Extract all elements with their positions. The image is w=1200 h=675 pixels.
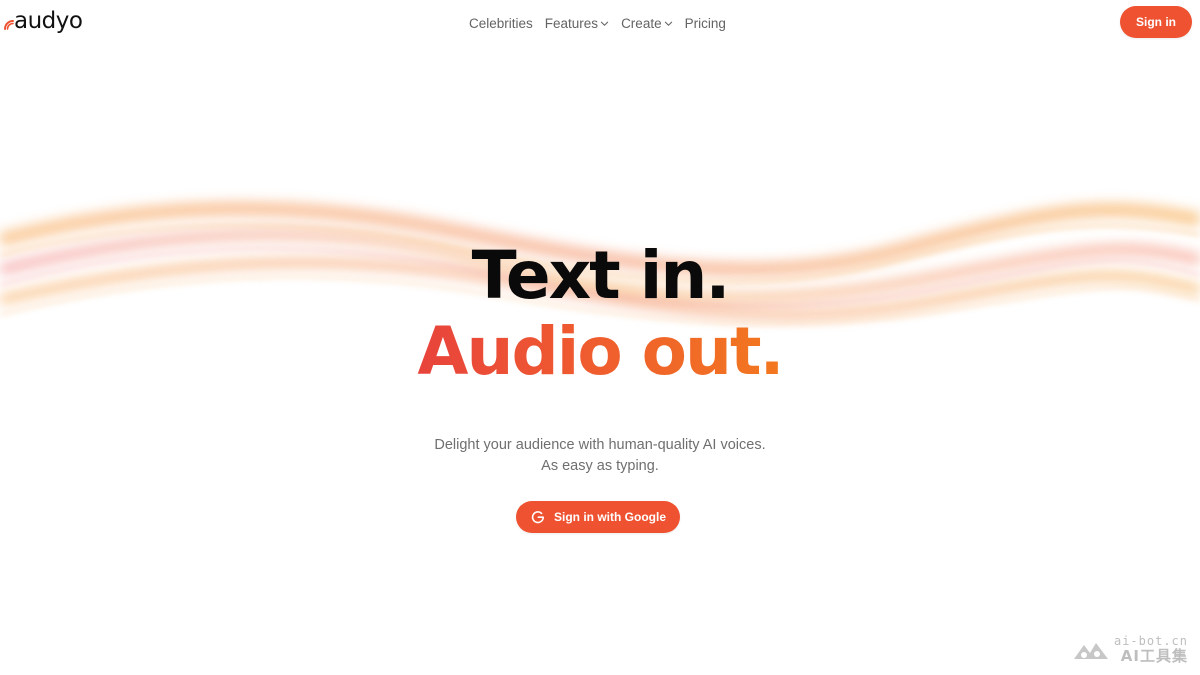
sign-in-with-google-button[interactable]: Sign in with Google: [516, 501, 680, 533]
google-button-label: Sign in with Google: [554, 510, 666, 524]
brand-name: audyo: [14, 8, 83, 34]
hero-gradient-text: Audio out.: [417, 313, 784, 390]
google-icon: [531, 511, 544, 524]
nav-item-label: Create: [621, 15, 662, 31]
top-header: audyo Celebrities Features Create Pricin…: [0, 0, 1200, 46]
brand-logo[interactable]: audyo: [4, 6, 83, 36]
watermark-text: ai-bot.cn AI工具集: [1114, 635, 1188, 665]
nav-item-celebrities[interactable]: Celebrities: [469, 14, 533, 32]
hero-subtitle: Delight your audience with human-quality…: [0, 435, 1200, 477]
subtitle-line-2: As easy as typing.: [541, 458, 659, 474]
hero-title-line-1: Text in.: [471, 237, 731, 314]
nav-item-create[interactable]: Create: [621, 14, 673, 32]
subtitle-line-1: Delight your audience with human-quality…: [434, 437, 766, 453]
nav-item-features[interactable]: Features: [545, 14, 609, 32]
nav-item-label: Pricing: [684, 15, 726, 31]
watermark-line-2: AI工具集: [1120, 647, 1188, 665]
main-nav: Celebrities Features Create Pricing: [469, 14, 738, 32]
landing-page: audyo Celebrities Features Create Pricin…: [0, 0, 1200, 675]
chevron-down-icon: [664, 21, 672, 26]
watermark-logo-icon: [1073, 643, 1108, 659]
watermark: ai-bot.cn AI工具集: [1072, 635, 1188, 665]
nav-item-label: Features: [544, 15, 599, 31]
nav-item-label: Celebrities: [469, 15, 533, 31]
nav-item-pricing[interactable]: Pricing: [685, 14, 726, 32]
sign-in-button[interactable]: Sign in: [1120, 6, 1192, 38]
audyo-logo-icon: [4, 20, 14, 30]
hero-title-line-2: Audio out.: [0, 312, 1200, 392]
chevron-down-icon: [600, 21, 609, 26]
